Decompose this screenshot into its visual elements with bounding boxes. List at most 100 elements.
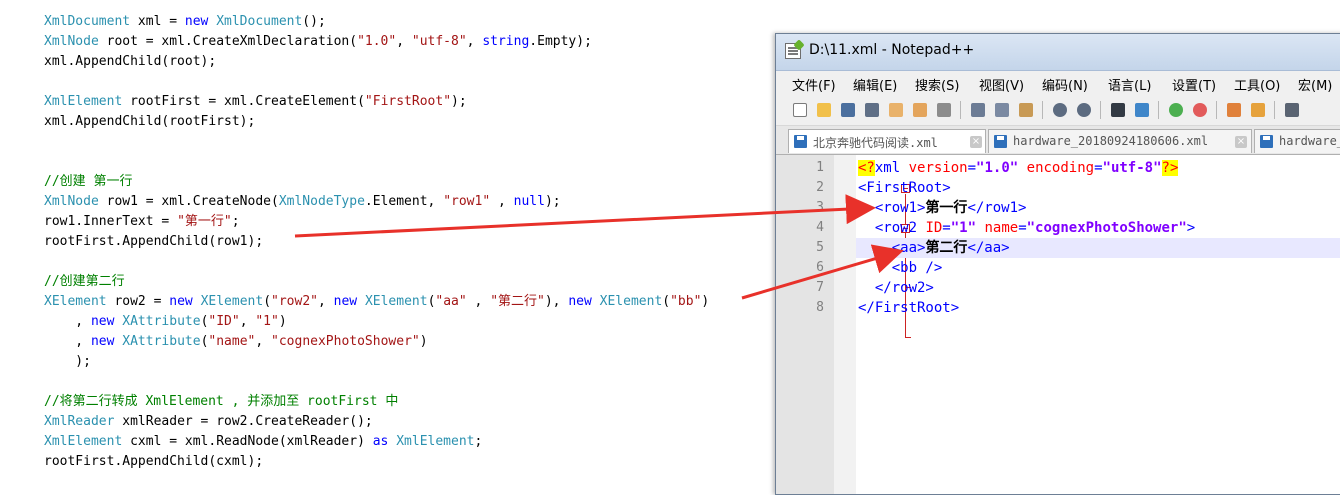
code-line: //创建 第一行: [44, 172, 132, 192]
menu-file[interactable]: 文件(F): [792, 75, 836, 94]
code-token: ;: [474, 434, 483, 449]
code-line: , new XAttribute("name", "cognexPhotoSho…: [44, 332, 427, 352]
xml-token: xml: [874, 160, 901, 176]
xml-editor[interactable]: 12345678 <?xml version="1.0" encoding="u…: [776, 155, 1340, 494]
code-token: new: [90, 314, 115, 329]
tab-hardware-1[interactable]: hardware_20180924180606.xml ×: [988, 129, 1252, 153]
code-line: xml.AppendChild(rootFirst);: [44, 112, 255, 132]
code-token: row1 = xml.CreateNode(: [98, 194, 279, 209]
code-token: ();: [302, 14, 326, 29]
menu-settings[interactable]: 设置(T): [1172, 75, 1216, 94]
code-token: "FirstRoot": [364, 94, 452, 109]
menu-encoding[interactable]: 编码(N): [1042, 75, 1088, 94]
xml-token: =: [1094, 160, 1103, 176]
xml-line: <aa>第二行</aa>: [858, 238, 1010, 258]
toolbar-separator: [1274, 101, 1275, 119]
code-line: XmlNode root = xml.CreateXmlDeclaration(…: [44, 32, 592, 52]
line-number: 4: [816, 220, 824, 235]
xml-token: <row1>: [874, 200, 926, 216]
code-token: ): [278, 314, 287, 329]
notepad-plus-plus-window[interactable]: D:\11.xml - Notepad++ 文件(F) 编辑(E) 搜索(S) …: [775, 33, 1340, 495]
tab-bar: 北京奔驰代码阅读.xml × hardware_20180924180606.x…: [776, 126, 1340, 155]
code-token: ): [701, 294, 710, 309]
code-token: "ID": [208, 314, 240, 329]
code-token: XmlDocument: [44, 14, 131, 29]
code-token: new: [90, 334, 115, 349]
close-icon[interactable]: [886, 100, 906, 120]
paste-icon[interactable]: [1016, 100, 1036, 120]
xml-token: [858, 220, 875, 236]
xml-line: <FirstRoot>: [858, 178, 951, 198]
menu-bar: 文件(F) 编辑(E) 搜索(S) 视图(V) 编码(N) 语言(L) 设置(T…: [776, 71, 1340, 95]
xml-token: encoding: [1026, 160, 1095, 176]
zoom-in-icon[interactable]: [1166, 100, 1186, 120]
tab-hardware-2[interactable]: hardware_: [1254, 129, 1340, 153]
line-number: 1: [816, 160, 824, 175]
copy-icon[interactable]: [992, 100, 1012, 120]
code-token: "cognexPhotoShower": [271, 334, 420, 349]
zoom-out-icon[interactable]: [1190, 100, 1210, 120]
line-number-gutter: 1 2 3 4 5 6 7 8: [776, 155, 834, 494]
new-file-icon[interactable]: [790, 100, 810, 120]
menu-language[interactable]: 语言(L): [1108, 75, 1151, 94]
code-token: row2 =: [106, 294, 170, 309]
code-token: string: [482, 34, 530, 49]
menu-macro[interactable]: 宏(M): [1298, 75, 1332, 94]
code-token: xmlReader = row2.CreateReader();: [114, 414, 373, 429]
code-token: ,: [466, 294, 491, 309]
undo-icon[interactable]: [1050, 100, 1070, 120]
print-icon[interactable]: [934, 100, 954, 120]
code-token: .Empty);: [529, 34, 592, 49]
fold-margin[interactable]: [834, 155, 911, 494]
code-token: cxml = xml.ReadNode(xmlReader): [122, 434, 373, 449]
code-line: XmlElement cxml = xml.ReadNode(xmlReader…: [44, 432, 482, 452]
code-token: "1": [255, 314, 279, 329]
open-file-icon[interactable]: [814, 100, 834, 120]
menu-edit[interactable]: 编辑(E): [853, 75, 897, 94]
close-icon[interactable]: ×: [970, 136, 982, 148]
tab-label: hardware_20180924180606.xml: [1013, 134, 1209, 148]
close-all-icon[interactable]: [910, 100, 930, 120]
line-number: 7: [816, 280, 824, 295]
code-token: "第一行": [177, 214, 232, 229]
xml-token: "utf-8": [1102, 160, 1162, 176]
xml-token: "cognexPhotoShower": [1026, 220, 1187, 236]
menu-tools[interactable]: 工具(O): [1234, 75, 1280, 94]
code-token: xml.AppendChild(root);: [44, 54, 217, 69]
code-token: new: [333, 294, 358, 309]
menu-search[interactable]: 搜索(S): [915, 75, 959, 94]
code-token: rootFirst.AppendChild(cxml);: [44, 454, 264, 469]
save-status-icon: [1260, 135, 1273, 148]
code-token: ,: [490, 194, 514, 209]
window-title-bar[interactable]: D:\11.xml - Notepad++: [776, 34, 1340, 71]
tab-beijing-benz[interactable]: 北京奔驰代码阅读.xml ×: [788, 129, 986, 153]
wrap-icon[interactable]: [1282, 100, 1302, 120]
xml-token: <row2: [874, 220, 926, 236]
find-icon[interactable]: [1108, 100, 1128, 120]
close-icon[interactable]: ×: [1235, 136, 1247, 148]
code-token: );: [451, 94, 467, 109]
code-line: XmlElement rootFirst = xml.CreateElement…: [44, 92, 467, 112]
code-token: new: [184, 14, 209, 29]
tab-label: 北京奔驰代码阅读.xml: [813, 136, 938, 150]
xml-token: =: [942, 220, 951, 236]
code-token: "row1": [443, 194, 491, 209]
cut-icon[interactable]: [968, 100, 988, 120]
menu-view[interactable]: 视图(V): [979, 75, 1024, 94]
save-all-icon[interactable]: [862, 100, 882, 120]
code-line: XmlDocument xml = new XmlDocument();: [44, 12, 326, 32]
code-token: XmlDocument: [216, 14, 303, 29]
redo-icon[interactable]: [1074, 100, 1094, 120]
code-token: );: [544, 194, 561, 209]
sync-h-icon[interactable]: [1248, 100, 1268, 120]
code-token: rootFirst = xml.CreateElement(: [122, 94, 365, 109]
code-token: XElement: [599, 294, 663, 309]
save-icon[interactable]: [838, 100, 858, 120]
code-token: ),: [544, 294, 569, 309]
code-token: XmlNodeType: [278, 194, 365, 209]
sync-v-icon[interactable]: [1224, 100, 1244, 120]
replace-icon[interactable]: [1132, 100, 1152, 120]
code-token: (: [263, 294, 272, 309]
